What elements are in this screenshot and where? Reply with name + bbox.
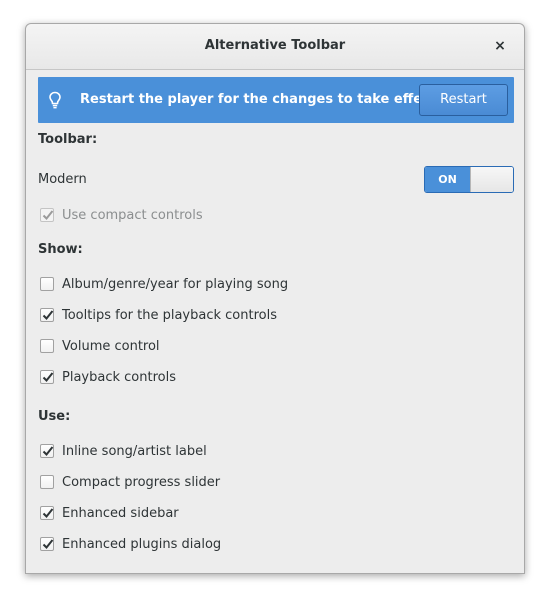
checkbox-label: Volume control (62, 338, 160, 354)
compact-controls-checkbox[interactable]: Use compact controls (40, 206, 203, 224)
infobar-message: Restart the player for the changes to ta… (80, 92, 441, 107)
checkbox-box (40, 339, 54, 353)
checkbox-box (40, 506, 54, 520)
lightbulb-icon (48, 91, 62, 109)
volume-control-checkbox[interactable]: Volume control (40, 337, 160, 355)
switch-knob (470, 167, 513, 192)
checkbox-box (40, 208, 54, 222)
playback-controls-checkbox[interactable]: Playback controls (40, 368, 176, 386)
checkbox-label: Album/genre/year for playing song (62, 276, 289, 292)
checkbox-box (40, 370, 54, 384)
titlebar: Alternative Toolbar × (26, 24, 524, 70)
modern-toolbar-switch[interactable]: ON (424, 166, 514, 193)
toolbar-style-label: Modern (38, 172, 87, 187)
preferences-dialog: Alternative Toolbar × Restart the player… (25, 23, 525, 574)
checkbox-label: Inline song/artist label (62, 443, 207, 459)
enhanced-plugins-checkbox[interactable]: Enhanced plugins dialog (40, 535, 221, 553)
inline-label-checkbox[interactable]: Inline song/artist label (40, 442, 207, 460)
close-icon: × (494, 38, 506, 54)
checkbox-label: Playback controls (62, 369, 176, 385)
checkbox-label: Enhanced plugins dialog (62, 536, 222, 552)
window-title: Alternative Toolbar (204, 38, 346, 53)
tooltips-checkbox[interactable]: Tooltips for the playback controls (40, 306, 277, 324)
checkbox-box (40, 308, 54, 322)
checkbox-label: Enhanced sidebar (62, 505, 179, 521)
show-section-header: Show: (38, 242, 83, 257)
use-section-header: Use: (38, 409, 71, 424)
checkbox-label: Tooltips for the playback controls (62, 307, 277, 323)
compact-progress-checkbox[interactable]: Compact progress slider (40, 473, 220, 491)
enhanced-sidebar-checkbox[interactable]: Enhanced sidebar (40, 504, 179, 522)
checkbox-box (40, 537, 54, 551)
restart-infobar: Restart the player for the changes to ta… (38, 77, 514, 123)
album-genre-year-checkbox[interactable]: Album/genre/year for playing song (40, 275, 288, 293)
switch-on-label: ON (425, 167, 470, 192)
close-button[interactable]: × (490, 36, 510, 56)
restart-button[interactable]: Restart (419, 84, 508, 116)
checkbox-label: Use compact controls (62, 207, 203, 223)
checkbox-label: Compact progress slider (62, 474, 221, 490)
checkbox-box (40, 475, 54, 489)
checkbox-box (40, 277, 54, 291)
toolbar-section-header: Toolbar: (38, 132, 98, 147)
checkbox-box (40, 444, 54, 458)
